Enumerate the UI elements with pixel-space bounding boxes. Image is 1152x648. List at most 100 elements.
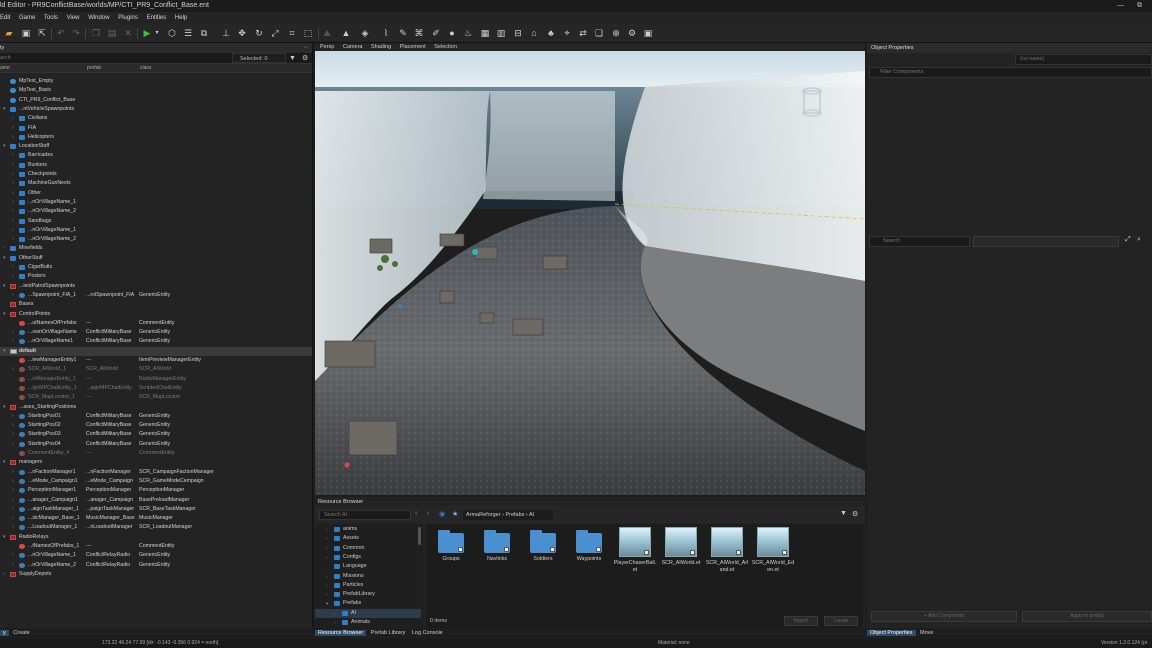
globe-icon[interactable]: ⊕	[610, 27, 622, 39]
col-prefab[interactable]: prefab	[87, 64, 101, 73]
viewport-selection[interactable]: Selection	[434, 44, 457, 50]
expand-toggle-icon[interactable]: ›	[12, 291, 14, 300]
hierarchy-row[interactable]: › SupplyDepots	[0, 570, 312, 579]
save-icon[interactable]: ▣	[20, 27, 32, 39]
expand-toggle-icon[interactable]: ›	[12, 133, 14, 142]
filter-icon[interactable]: ▼	[840, 510, 847, 517]
prefab-icon[interactable]: ◈	[359, 27, 371, 39]
expand-toggle-icon[interactable]: ›	[12, 226, 14, 235]
back-icon[interactable]: ‹	[415, 510, 417, 517]
properties-dropdown[interactable]	[973, 236, 1119, 247]
menu-help[interactable]: Help	[175, 15, 187, 21]
entity-name-field[interactable]: (no name)	[1015, 54, 1152, 65]
menu-game[interactable]: Game	[19, 15, 35, 21]
viewport-shading[interactable]: Shading	[371, 44, 391, 50]
village-icon[interactable]: ⌂	[528, 27, 540, 39]
hierarchy-row[interactable]: ▾ RadioRelays	[0, 533, 312, 542]
paste-icon[interactable]: ▤	[106, 27, 118, 39]
expand-toggle-icon[interactable]: ›	[12, 421, 14, 430]
expand-toggle-icon[interactable]: ›	[12, 179, 14, 188]
expand-toggle-icon[interactable]: ▾	[3, 347, 6, 356]
layers-icon[interactable]: ☰	[182, 27, 194, 39]
expand-toggle-icon[interactable]: ›	[326, 534, 328, 543]
breadcrumb-prefabs[interactable]: Prefabs	[505, 512, 524, 518]
col-name[interactable]: ame	[0, 64, 10, 73]
hierarchy-search-input[interactable]: arch	[0, 53, 11, 64]
resource-tree-item[interactable]: Language	[315, 562, 421, 571]
expand-toggle-icon[interactable]: ›	[12, 170, 14, 179]
tab-log-console[interactable]: Log Console	[412, 630, 443, 636]
hierarchy-row[interactable]: › ...nFactionManager1 ...nFactionManager SC…	[0, 468, 312, 477]
expand-toggle-icon[interactable]: ›	[12, 328, 14, 337]
hierarchy-row[interactable]: › Sandbags	[0, 217, 312, 226]
vertex-icon[interactable]: ▲	[340, 27, 352, 39]
expand-toggle-icon[interactable]: ▾	[3, 403, 6, 412]
hierarchy-row[interactable]: ...ignMPChatEntity_1 ...aignMPChatEntity S…	[0, 384, 312, 393]
folder-item[interactable]: Navlinks	[475, 527, 519, 563]
viewport-persp[interactable]: Persp	[320, 44, 334, 50]
ruler-icon[interactable]: ⌇	[380, 27, 392, 39]
forward-icon[interactable]: ›	[427, 510, 429, 517]
filter-icon[interactable]: ▼	[289, 53, 296, 64]
pencil-icon[interactable]: ✎	[397, 27, 409, 39]
hierarchy-row[interactable]: MpTest_Basic	[0, 86, 312, 95]
add-component-button[interactable]: + Add Component	[871, 611, 1017, 622]
expand-toggle-icon[interactable]: ›	[12, 337, 14, 346]
hierarchy-row[interactable]: › FIA	[0, 124, 312, 133]
favorite-icon[interactable]: ★	[452, 510, 458, 518]
menu-tools[interactable]: Tools	[44, 15, 58, 21]
hierarchy-row[interactable]: ...tNamesOfPrefabs_1 --- CommentEntity	[0, 542, 312, 551]
expand-toggle-icon[interactable]: ▾	[326, 599, 328, 608]
resource-tree-item[interactable]: ▾ Prefabs	[315, 599, 421, 608]
hierarchy-row[interactable]: › ...nOrVillageName1 ConflictMilitaryBase G…	[0, 337, 312, 346]
hierarchy-row[interactable]: ▾ ...ases_StartingPositions	[0, 403, 312, 412]
prefab-item[interactable]: PlayerChaserBall.et	[613, 527, 657, 574]
hierarchy-row[interactable]: › Posters	[0, 272, 312, 281]
hierarchy-row[interactable]: › ...eMode_Campaign1 ...eMode_Campaign SCR_…	[0, 477, 312, 486]
grid-icon[interactable]: ▦	[479, 27, 491, 39]
properties-search-input[interactable]: Search	[869, 236, 970, 247]
expand-toggle-icon[interactable]: ›	[12, 496, 14, 505]
select-box-icon[interactable]: ⬚	[302, 27, 314, 39]
expand-toggle-icon[interactable]: ▾	[3, 254, 6, 263]
resource-tree-item[interactable]: › AI	[315, 608, 421, 618]
expand-toggle-icon[interactable]: ›	[334, 618, 336, 627]
hierarchy-row[interactable]: › ...sicManager_Base_1 MusicManager_Base Mu…	[0, 514, 312, 523]
hierarchy-row[interactable]: ▾ ...ntVehicleSpawnpoints	[0, 105, 312, 114]
tab-resource-browser[interactable]: Resource Browser	[315, 630, 367, 636]
expand-toggle-icon[interactable]: ▾	[3, 282, 6, 291]
expand-toggle-icon[interactable]: ›	[326, 544, 328, 553]
expand-toggle-icon[interactable]: ›	[3, 244, 5, 253]
filter-components-input[interactable]: Filter Components	[869, 67, 1152, 78]
settings-icon[interactable]: ⚙	[626, 27, 638, 39]
cube-icon[interactable]: ⬡	[166, 27, 178, 39]
col-class[interactable]: class	[140, 64, 151, 73]
prefab-item[interactable]: SCR_AIWorld.et	[659, 527, 703, 567]
apply-to-prefab-button[interactable]: Apply to prefab	[1022, 611, 1152, 622]
expand-toggle-icon[interactable]: ›	[12, 477, 14, 486]
scale-icon[interactable]: ⤢	[269, 27, 281, 39]
expand-toggle-icon[interactable]: ›	[3, 570, 5, 579]
expand-toggle-icon[interactable]: ›	[12, 161, 14, 170]
expand-toggle-icon[interactable]: ›	[12, 114, 14, 123]
hierarchy-row[interactable]: › StartingPos03 ConflictMilitaryBase Generi…	[0, 430, 312, 439]
redo-icon[interactable]: ↷	[70, 27, 82, 39]
hierarchy-row[interactable]: › Helicopters	[0, 133, 312, 142]
hierarchy-row[interactable]: ▾ OtherStuff	[0, 254, 312, 263]
expand-icon[interactable]: ⤢	[1125, 236, 1131, 244]
hierarchy-row[interactable]: › ...aignTaskManager_1 ...paignTaskManager…	[0, 505, 312, 514]
terrain-icon[interactable]: ⛰	[321, 27, 333, 39]
search-icon[interactable]: ⌕	[1137, 236, 1141, 244]
hierarchy-row[interactable]: MpTest_Empty	[0, 77, 312, 86]
hierarchy-row[interactable]: › Civilians	[0, 114, 312, 123]
expand-toggle-icon[interactable]: ›	[12, 430, 14, 439]
prefab-item[interactable]: SCR_AIWorld_Eden.et	[751, 527, 795, 574]
expand-toggle-icon[interactable]: ›	[326, 553, 328, 562]
layout-icon[interactable]: ▣	[642, 27, 654, 39]
maximize-button[interactable]: ⧉	[1137, 0, 1142, 12]
hierarchy-row[interactable]: › ...nOrVillageName_2 ConflictRelayRadio Ge…	[0, 561, 312, 570]
breadcrumb-ai[interactable]: AI	[529, 512, 534, 518]
tab-object-properties[interactable]: Object Properties	[867, 630, 916, 636]
resource-tree-item[interactable]: › Missions	[315, 572, 421, 581]
expand-toggle-icon[interactable]: ▾	[3, 533, 6, 542]
